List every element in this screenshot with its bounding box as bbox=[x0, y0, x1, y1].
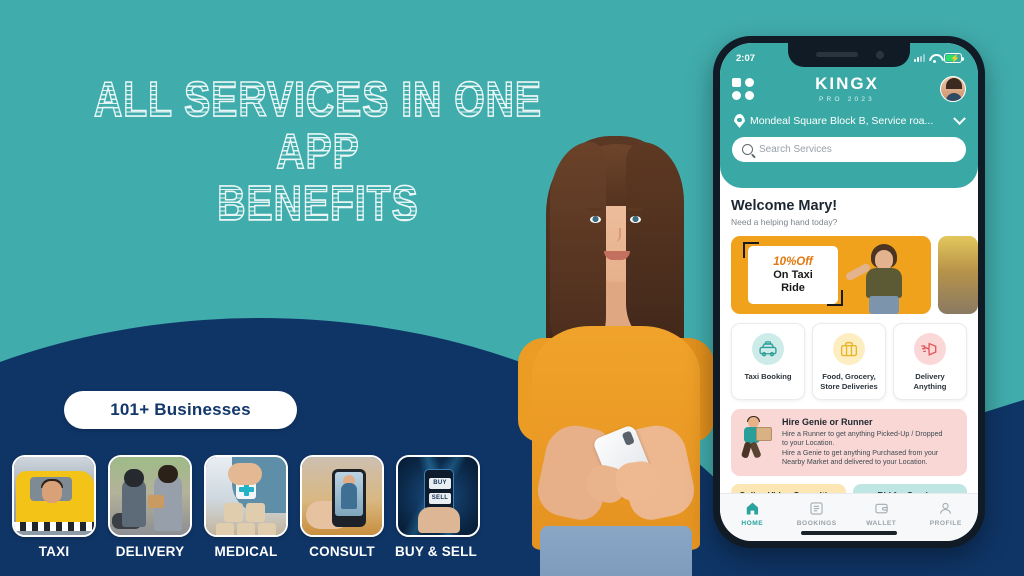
location-pin-icon bbox=[734, 114, 745, 128]
hire-genie-card[interactable]: Hire Genie or Runner Hire a Runner to ge… bbox=[731, 409, 967, 476]
grid-menu-icon[interactable] bbox=[732, 78, 754, 100]
front-camera bbox=[876, 51, 884, 59]
hire-genie-text: Hire Genie or Runner Hire a Runner to ge… bbox=[782, 417, 958, 468]
category-label: DELIVERY bbox=[115, 544, 185, 559]
category-item-medical[interactable]: MEDICAL bbox=[204, 455, 288, 559]
phone-mockup: 2:07 ⚡ KINGX PRO 2023 Mondeal Square Blo… bbox=[713, 36, 985, 548]
promo-discount: 10%Off bbox=[773, 255, 813, 268]
list-icon bbox=[785, 500, 850, 517]
welcome-title: Welcome Mary! bbox=[731, 198, 838, 214]
signal-bars-icon bbox=[914, 54, 925, 62]
category-item-delivery[interactable]: DELIVERY bbox=[108, 455, 192, 559]
model-hair-left bbox=[550, 142, 606, 357]
home-indicator bbox=[801, 531, 897, 535]
person-icon bbox=[914, 500, 979, 517]
bottom-navigation: HOME BOOKINGS WALLET PROFILE bbox=[720, 493, 978, 541]
service-card-food-grocery[interactable]: Food, Grocery, Store Deliveries bbox=[812, 323, 886, 400]
app-brand-name: KINGX bbox=[815, 74, 879, 93]
model-photo bbox=[498, 130, 728, 576]
page-title: ALL SERVICES IN ONE APP BENEFITS bbox=[88, 73, 549, 231]
service-label: Food, Grocery, Store Deliveries bbox=[820, 372, 878, 391]
chevron-down-icon bbox=[953, 111, 966, 125]
search-icon bbox=[742, 144, 753, 155]
promo-carousel[interactable]: 10%Off On Taxi Ride bbox=[731, 236, 978, 314]
home-icon bbox=[720, 500, 785, 517]
service-cards: Taxi Booking Food, Grocery, Store Delive… bbox=[731, 323, 967, 400]
wallet-icon bbox=[849, 500, 914, 517]
businesses-badge: 101+ Businesses bbox=[64, 391, 297, 429]
location-text: Mondeal Square Block B, Service roa... bbox=[750, 115, 934, 127]
delivery-photo bbox=[108, 455, 192, 537]
status-time: 2:07 bbox=[736, 52, 756, 64]
search-placeholder: Search Services bbox=[759, 144, 832, 155]
medical-photo bbox=[204, 455, 288, 537]
nav-item-bookings[interactable]: BOOKINGS bbox=[785, 500, 850, 527]
package-fast-icon bbox=[914, 333, 946, 365]
taxi-icon bbox=[752, 333, 784, 365]
service-label: Taxi Booking bbox=[744, 372, 792, 381]
search-input[interactable]: Search Services bbox=[732, 137, 966, 162]
hire-genie-title: Hire Genie or Runner bbox=[782, 417, 873, 427]
nav-label: WALLET bbox=[866, 520, 897, 527]
location-selector[interactable]: Mondeal Square Block B, Service roa... bbox=[732, 111, 966, 128]
model-eyebrow-right bbox=[628, 208, 643, 211]
battery-charging-icon: ⚡ bbox=[944, 53, 964, 63]
poster-canvas: ALL SERVICES IN ONE APP BENEFITS 101+ Bu… bbox=[0, 0, 1024, 576]
brand-row: KINGX PRO 2023 bbox=[732, 75, 966, 103]
consult-photo bbox=[300, 455, 384, 537]
app-brand-subtitle: PRO 2023 bbox=[819, 96, 875, 103]
businesses-badge-label: 101+ Businesses bbox=[110, 400, 251, 419]
brand-block: KINGX PRO 2023 bbox=[754, 75, 940, 103]
app-content: Welcome Mary! Need a helping hand today?… bbox=[720, 188, 978, 508]
phone-screen: 2:07 ⚡ KINGX PRO 2023 Mondeal Square Blo… bbox=[720, 43, 978, 541]
nav-label: BOOKINGS bbox=[796, 520, 837, 527]
wifi-icon bbox=[929, 54, 940, 63]
welcome-subtitle: Need a helping hand today? bbox=[731, 217, 838, 227]
promo-line2: Ride bbox=[781, 282, 805, 294]
service-card-delivery-anything[interactable]: Delivery Anything bbox=[893, 323, 967, 400]
category-label: CONSULT bbox=[309, 544, 375, 559]
earpiece-speaker bbox=[816, 52, 858, 57]
shopping-bag-icon bbox=[833, 333, 865, 365]
model-eye-right bbox=[630, 216, 641, 223]
promo-banner-taxi[interactable]: 10%Off On Taxi Ride bbox=[731, 236, 931, 314]
nav-item-wallet[interactable]: WALLET bbox=[849, 500, 914, 527]
model-eye-left bbox=[590, 216, 601, 223]
taxi-photo bbox=[12, 455, 96, 537]
nav-label: PROFILE bbox=[929, 520, 962, 527]
category-item-consult[interactable]: CONSULT bbox=[300, 455, 384, 559]
buysell-photo: BUY SELL bbox=[396, 455, 480, 537]
promo-model-illustration bbox=[844, 242, 909, 314]
category-label: TAXI bbox=[38, 544, 70, 559]
category-strip: TAXI DELIVERY MEDICAL CONSULT BUY SELL B… bbox=[12, 455, 480, 559]
promo-text-block: 10%Off On Taxi Ride bbox=[748, 246, 838, 304]
category-label: BUY & SELL bbox=[394, 544, 477, 559]
nav-item-profile[interactable]: PROFILE bbox=[914, 500, 979, 527]
phone-notch bbox=[788, 43, 910, 67]
category-label: MEDICAL bbox=[214, 544, 278, 559]
model-eyebrow-left bbox=[588, 208, 603, 211]
category-item-taxi[interactable]: TAXI bbox=[12, 455, 96, 559]
model-hair-right bbox=[626, 142, 684, 342]
promo-banner-next[interactable] bbox=[938, 236, 978, 314]
nav-item-home[interactable]: HOME bbox=[720, 500, 785, 527]
promo-line1: On Taxi bbox=[773, 268, 813, 281]
service-label: Delivery Anything bbox=[913, 372, 947, 391]
nav-label: HOME bbox=[741, 520, 764, 527]
category-item-buysell[interactable]: BUY SELL BUY & SELL bbox=[395, 455, 480, 559]
model-jeans bbox=[540, 526, 692, 576]
service-card-taxi-booking[interactable]: Taxi Booking bbox=[731, 323, 805, 400]
runner-with-box-icon bbox=[740, 416, 774, 461]
user-avatar[interactable] bbox=[940, 76, 966, 102]
hire-genie-body: Hire a Runner to get anything Picked-Up … bbox=[782, 430, 943, 467]
